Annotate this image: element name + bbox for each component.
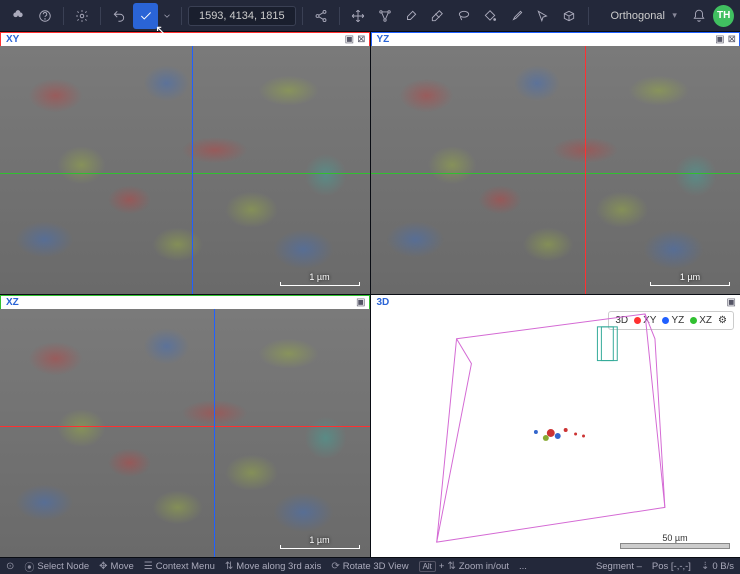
avatar-initials: TH: [717, 10, 730, 21]
close-panel-icon[interactable]: ⊠: [357, 34, 365, 45]
brush-tool[interactable]: [399, 3, 423, 29]
yz-crosshair-v: [585, 46, 586, 294]
move-tool[interactable]: [346, 3, 370, 29]
erase-tool[interactable]: [425, 3, 449, 29]
xz-scalebar: 1 µm: [280, 535, 360, 549]
main-toolbar: Orthogonal TH: [0, 0, 740, 32]
viewport-3d[interactable]: 3D ▣ 3D XY YZ XZ ⚙ 50 µm: [371, 295, 740, 557]
share-button[interactable]: [309, 3, 333, 29]
viewport-xy-label: XY: [4, 34, 21, 45]
xy-crosshair-h: [0, 173, 370, 174]
close-panel-icon[interactable]: ⊠: [728, 34, 736, 45]
yz-image: [371, 46, 740, 294]
yz-crosshair-h: [371, 173, 740, 174]
viewport-xy[interactable]: XY ▣ ⊠ 1 µm: [0, 32, 370, 294]
xz-scale-text: 1 µm: [309, 535, 329, 545]
notifications-button[interactable]: [687, 3, 711, 29]
skeleton-tool[interactable]: [372, 3, 396, 29]
status-toggle[interactable]: ⊙: [6, 561, 14, 572]
boundingbox-tool[interactable]: [557, 3, 581, 29]
maximize-icon[interactable]: ▣: [727, 297, 736, 308]
status-bar: ⊙ ⦿Select Node ✥Move ☰Context Menu ⇅Move…: [0, 557, 740, 574]
viewport-xz-label: XZ: [4, 297, 21, 308]
lasso-tool[interactable]: [452, 3, 476, 29]
viewport-grid: XY ▣ ⊠ 1 µm YZ ▣ ⊠ 1 µm XZ ▣: [0, 32, 740, 557]
status-move-axis: ⇅Move along 3rd axis: [225, 561, 321, 572]
position-input[interactable]: [188, 6, 296, 26]
3d-scalebar: 50 µm: [620, 533, 730, 549]
viewport-xz[interactable]: XZ ▣ 1 µm: [0, 295, 370, 557]
xz-crosshair-v: [214, 309, 215, 557]
xy-crosshair-v: [192, 46, 193, 294]
status-segment: Segment –: [596, 561, 642, 572]
status-position: Pos [-,-,-]: [652, 561, 691, 572]
status-select-node: ⦿Select Node: [24, 559, 89, 574]
status-more[interactable]: ...: [519, 561, 527, 572]
status-datarate: ⇣0 B/s: [701, 561, 734, 572]
viewport-3d-label: 3D: [375, 297, 392, 308]
status-context-menu: ☰Context Menu: [144, 561, 215, 572]
picker-tool[interactable]: [504, 3, 528, 29]
viewport-yz[interactable]: YZ ▣ ⊠ 1 µm: [371, 32, 740, 294]
quickselect-tool[interactable]: [531, 3, 555, 29]
viewport-yz-label: YZ: [375, 34, 392, 45]
settings-button[interactable]: [70, 3, 94, 29]
projection-select[interactable]: Orthogonal: [601, 6, 683, 26]
yz-scale-text: 1 µm: [680, 272, 700, 282]
help-button[interactable]: [32, 3, 56, 29]
3d-scale-text: 50 µm: [662, 533, 687, 543]
user-avatar[interactable]: TH: [713, 5, 734, 27]
maximize-icon[interactable]: ▣: [345, 34, 354, 45]
xy-image: [0, 46, 370, 294]
xz-crosshair-h: [0, 426, 370, 427]
maximize-icon[interactable]: ▣: [715, 34, 724, 45]
status-rotate-3d: ⟳Rotate 3D View: [331, 561, 408, 572]
yz-scalebar: 1 µm: [650, 272, 730, 286]
xy-scale-text: 1 µm: [309, 272, 329, 282]
3d-scene: [371, 309, 740, 557]
cursor-pointer: ↖: [155, 22, 167, 39]
status-alt: Alt+⇅Zoom in/out: [419, 561, 509, 572]
xz-image: [0, 309, 370, 557]
maximize-icon[interactable]: ▣: [356, 297, 365, 308]
logo-button[interactable]: [6, 3, 30, 29]
status-move: ✥Move: [99, 561, 134, 572]
projection-label: Orthogonal: [611, 10, 665, 22]
fill-tool[interactable]: [478, 3, 502, 29]
xy-scalebar: 1 µm: [280, 272, 360, 286]
undo-button[interactable]: [107, 3, 131, 29]
